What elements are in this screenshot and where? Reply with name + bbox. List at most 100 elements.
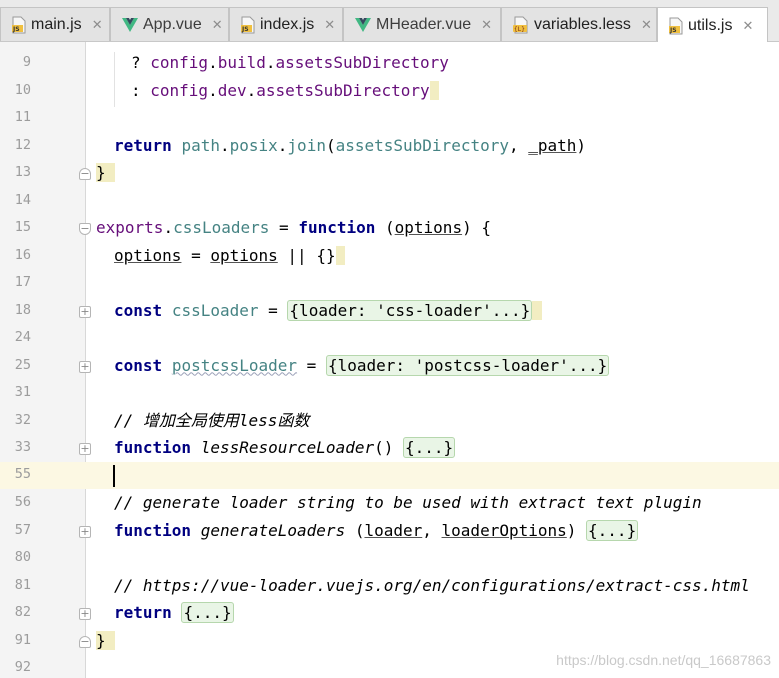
line-number: 81: [14, 576, 31, 593]
code-comment: // https://vue-loader.vuejs.org/en/confi…: [114, 575, 750, 595]
code-line[interactable]: 33 + function lessResourceLoader() {...}: [0, 435, 779, 462]
code-line[interactable]: 80: [0, 545, 779, 572]
svg-text:JS: JS: [669, 27, 677, 34]
line-number: 91: [14, 631, 31, 648]
code-line[interactable]: 13 − }: [0, 160, 779, 187]
editor-tab-bar: JS main.js ✕ App.vue ✕ JS index.js ✕ MHe…: [0, 0, 779, 43]
code-comment: // generate loader string to be used wit…: [114, 493, 702, 512]
tab-label: MHeader.vue: [376, 15, 472, 33]
line-number: 92: [14, 659, 31, 675]
js-file-icon: JS: [11, 16, 27, 34]
code-text: ? config.build.assetsSubDirectory: [131, 53, 449, 72]
line-number: 80: [14, 549, 31, 565]
code-line[interactable]: 9 ? config.build.assetsSubDirectory: [0, 50, 779, 77]
line-number: 57: [14, 521, 31, 538]
fold-expand-icon[interactable]: +: [79, 305, 91, 318]
close-icon[interactable]: ✕: [212, 17, 223, 33]
tab-index-js[interactable]: JS index.js ✕: [229, 7, 343, 41]
folded-region[interactable]: {loader: 'postcss-loader'...}: [325, 354, 610, 376]
code-text: function lessResourceLoader() {...}: [114, 437, 456, 458]
code-text: const postcssLoader = {loader: 'postcss-…: [114, 354, 610, 376]
line-number: 15: [14, 219, 31, 235]
code-line[interactable]: 31: [0, 380, 779, 407]
line-number: 24: [14, 329, 31, 345]
line-number: 31: [14, 384, 31, 400]
js-file-icon: JS: [668, 17, 684, 35]
code-text: function generateLoaders (loader, loader…: [114, 519, 639, 541]
line-number: 25: [14, 356, 31, 373]
tab-mheader-vue[interactable]: MHeader.vue ✕: [343, 7, 501, 41]
text-caret: [113, 465, 115, 487]
code-line[interactable]: 25 + const postcssLoader = {loader: 'pos…: [0, 353, 779, 380]
close-icon[interactable]: ✕: [324, 17, 335, 33]
code-line[interactable]: 82 + return {...}: [0, 600, 779, 627]
code-text: const cssLoader = {loader: 'css-loader'.…: [114, 299, 542, 322]
tab-utils-js[interactable]: JS utils.js ✕: [657, 7, 768, 43]
line-number: 16: [14, 246, 31, 263]
code-line[interactable]: 57 + function generateLoaders (loader, l…: [0, 518, 779, 545]
code-line[interactable]: 91 − }: [0, 628, 779, 655]
fold-expand-icon[interactable]: +: [79, 443, 91, 455]
code-line[interactable]: 18 + const cssLoader = {loader: 'css-loa…: [0, 298, 779, 325]
code-line[interactable]: 16 options = options || {}: [0, 243, 779, 270]
code-text: }: [96, 162, 116, 184]
tab-label: App.vue: [143, 15, 202, 33]
folded-region[interactable]: {loader: 'css-loader'...}: [287, 299, 533, 321]
fold-expand-icon[interactable]: +: [79, 525, 91, 538]
folded-region[interactable]: {...}: [403, 437, 456, 458]
fold-collapse-icon[interactable]: −: [79, 223, 91, 235]
code-line[interactable]: 10 : config.dev.assetsSubDirectory: [0, 78, 779, 105]
code-line[interactable]: 81 // https://vue-loader.vuejs.org/en/co…: [0, 573, 779, 600]
code-line[interactable]: 14: [0, 188, 779, 215]
fold-collapse-icon[interactable]: −: [79, 635, 91, 648]
close-icon[interactable]: ✕: [481, 17, 492, 33]
line-number: 14: [14, 191, 31, 208]
code-line[interactable]: 11: [0, 105, 779, 132]
close-icon[interactable]: ✕: [742, 18, 753, 34]
less-file-icon: {L}: [512, 16, 530, 34]
code-line[interactable]: 15 − exports.cssLoaders = function (opti…: [0, 215, 779, 242]
folded-region[interactable]: {...}: [181, 602, 234, 623]
code-line[interactable]: 32 // 增加全局使用less函数: [0, 408, 779, 435]
code-line[interactable]: 12 return path.posix.join(assetsSubDirec…: [0, 133, 779, 160]
fold-collapse-icon[interactable]: −: [79, 168, 91, 180]
vue-file-icon: [121, 17, 139, 33]
code-text: }: [96, 630, 116, 652]
tab-label: variables.less: [534, 15, 631, 33]
vue-file-icon: [354, 17, 372, 33]
current-code-line[interactable]: 55: [0, 462, 779, 489]
close-icon[interactable]: ✕: [92, 17, 103, 33]
code-text: exports.cssLoaders = function (options) …: [96, 218, 491, 237]
folded-region[interactable]: {...}: [586, 519, 639, 541]
tab-app-vue[interactable]: App.vue ✕: [110, 7, 229, 41]
code-line[interactable]: 17: [0, 270, 779, 297]
line-number: 13: [14, 164, 31, 180]
watermark-text: https://blog.csdn.net/qq_16687863: [556, 652, 771, 668]
close-icon[interactable]: ✕: [641, 17, 652, 33]
line-number: 82: [14, 604, 31, 620]
line-number: 18: [14, 301, 31, 318]
code-text: return {...}: [114, 602, 234, 623]
code-comment: // 增加全局使用less函数: [114, 410, 310, 430]
code-text: options = options || {}: [114, 245, 346, 267]
code-text: return path.posix.join(assetsSubDirector…: [114, 135, 587, 155]
fold-expand-icon[interactable]: +: [79, 360, 91, 373]
line-number: 33: [14, 439, 31, 455]
line-number: 9: [22, 54, 31, 70]
svg-text:JS: JS: [241, 26, 249, 33]
line-number: 56: [14, 494, 31, 510]
tab-label: index.js: [260, 15, 315, 33]
tab-variables-less[interactable]: {L} variables.less ✕: [501, 7, 657, 41]
svg-text:{L}: {L}: [514, 26, 525, 33]
code-line[interactable]: 56 // generate loader string to be used …: [0, 490, 779, 517]
line-number: 11: [14, 109, 31, 125]
code-line[interactable]: 24: [0, 325, 779, 352]
line-number: 12: [14, 136, 31, 153]
tab-label: utils.js: [688, 16, 733, 34]
js-file-icon: JS: [240, 16, 256, 34]
tab-main-js[interactable]: JS main.js ✕: [0, 7, 110, 41]
fold-expand-icon[interactable]: +: [79, 608, 91, 620]
line-number: 55: [14, 466, 31, 482]
svg-text:JS: JS: [12, 26, 20, 33]
code-text: : config.dev.assetsSubDirectory: [131, 80, 440, 102]
